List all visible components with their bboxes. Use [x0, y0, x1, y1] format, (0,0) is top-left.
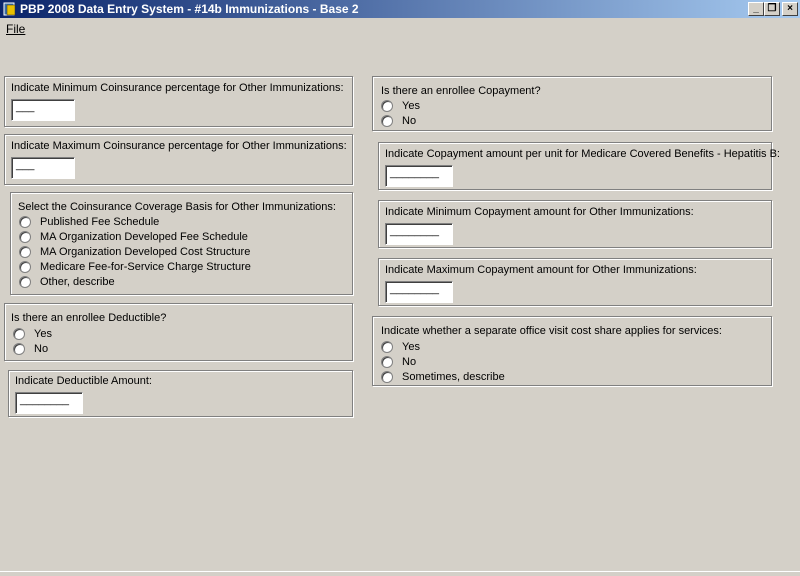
- radio-button[interactable]: [381, 341, 393, 353]
- deductible-label: Is there an enrollee Deductible?: [11, 312, 167, 324]
- radio-button[interactable]: [19, 216, 31, 228]
- close-button[interactable]: ×: [782, 2, 798, 16]
- radio-button[interactable]: [381, 115, 393, 127]
- deductible-group: Is there an enrollee Deductible? Yes No: [4, 303, 353, 361]
- deductible-amount-label: Indicate Deductible Amount:: [15, 375, 152, 387]
- radio-button[interactable]: [381, 371, 393, 383]
- coverage-basis-group: Select the Coinsurance Coverage Basis fo…: [10, 192, 353, 295]
- min-copay-input[interactable]: ________: [385, 223, 453, 245]
- max-copay-group: Indicate Maximum Copayment amount for Ot…: [378, 258, 772, 306]
- radio-deductible-no[interactable]: No: [13, 343, 48, 355]
- radio-office-visit-yes[interactable]: Yes: [381, 341, 420, 353]
- radio-button[interactable]: [19, 261, 31, 273]
- min-coinsurance-group: Indicate Minimum Coinsurance percentage …: [4, 76, 353, 127]
- window-title: PBP 2008 Data Entry System - #14b Immuni…: [20, 2, 359, 16]
- option-label: No: [402, 356, 417, 368]
- radio-office-visit-no[interactable]: No: [381, 356, 416, 368]
- radio-button[interactable]: [19, 231, 31, 243]
- option-label: Medicare Fee-for-Service Charge Structur…: [40, 261, 251, 273]
- max-copay-label: Indicate Maximum Copayment amount for Ot…: [385, 264, 697, 276]
- bottom-divider: [0, 571, 800, 572]
- radio-button[interactable]: [381, 356, 393, 368]
- min-copay-label: Indicate Minimum Copayment amount for Ot…: [385, 206, 694, 218]
- radio-button[interactable]: [381, 100, 393, 112]
- menu-bar: File: [0, 18, 800, 38]
- radio-ma-org-fee-schedule[interactable]: MA Organization Developed Fee Schedule: [19, 231, 248, 243]
- option-label: No: [402, 115, 417, 127]
- restore-button[interactable]: ❐: [764, 2, 780, 16]
- radio-button[interactable]: [13, 328, 25, 340]
- radio-ma-org-cost-structure[interactable]: MA Organization Developed Cost Structure: [19, 246, 250, 258]
- copayment-label: Is there an enrollee Copayment?: [381, 85, 541, 97]
- radio-other-describe[interactable]: Other, describe: [19, 276, 115, 288]
- radio-medicare-ffs[interactable]: Medicare Fee-for-Service Charge Structur…: [19, 261, 251, 273]
- option-label: Other, describe: [40, 276, 115, 288]
- radio-published-fee-schedule[interactable]: Published Fee Schedule: [19, 216, 159, 228]
- radio-copayment-yes[interactable]: Yes: [381, 100, 420, 112]
- hepb-copay-group: Indicate Copayment amount per unit for M…: [378, 142, 780, 190]
- min-coinsurance-input[interactable]: ___: [11, 99, 75, 121]
- radio-button[interactable]: [13, 343, 25, 355]
- radio-deductible-yes[interactable]: Yes: [13, 328, 52, 340]
- hepb-copay-input[interactable]: ________: [385, 165, 453, 187]
- radio-button[interactable]: [19, 276, 31, 288]
- deductible-amount-group: Indicate Deductible Amount: ________: [8, 370, 353, 417]
- office-visit-label: Indicate whether a separate office visit…: [381, 325, 722, 337]
- minimize-button[interactable]: _: [748, 2, 764, 16]
- option-label: Yes: [34, 328, 52, 340]
- max-coinsurance-input[interactable]: ___: [11, 157, 75, 179]
- app-book-icon: [3, 2, 16, 16]
- option-label: Sometimes, describe: [402, 371, 505, 383]
- radio-button[interactable]: [19, 246, 31, 258]
- title-bar: PBP 2008 Data Entry System - #14b Immuni…: [0, 0, 800, 18]
- option-label: MA Organization Developed Fee Schedule: [40, 231, 248, 243]
- menu-file[interactable]: File: [6, 22, 25, 36]
- option-label: Published Fee Schedule: [40, 216, 160, 228]
- option-label: MA Organization Developed Cost Structure: [40, 246, 251, 258]
- option-label: Yes: [402, 341, 420, 353]
- hepb-copay-label: Indicate Copayment amount per unit for M…: [385, 148, 780, 160]
- radio-office-visit-sometimes[interactable]: Sometimes, describe: [381, 371, 505, 383]
- option-label: No: [34, 343, 49, 355]
- max-coinsurance-group: Indicate Maximum Coinsurance percentage …: [4, 134, 353, 185]
- option-label: Yes: [402, 100, 420, 112]
- max-copay-input[interactable]: ________: [385, 281, 453, 303]
- radio-copayment-no[interactable]: No: [381, 115, 416, 127]
- deductible-amount-input[interactable]: ________: [15, 392, 83, 414]
- max-coinsurance-label: Indicate Maximum Coinsurance percentage …: [11, 140, 347, 152]
- min-coinsurance-label: Indicate Minimum Coinsurance percentage …: [11, 82, 344, 94]
- min-copay-group: Indicate Minimum Copayment amount for Ot…: [378, 200, 772, 248]
- office-visit-group: Indicate whether a separate office visit…: [372, 316, 772, 386]
- coverage-basis-label: Select the Coinsurance Coverage Basis fo…: [18, 201, 336, 213]
- copayment-group: Is there an enrollee Copayment? Yes No: [372, 76, 772, 131]
